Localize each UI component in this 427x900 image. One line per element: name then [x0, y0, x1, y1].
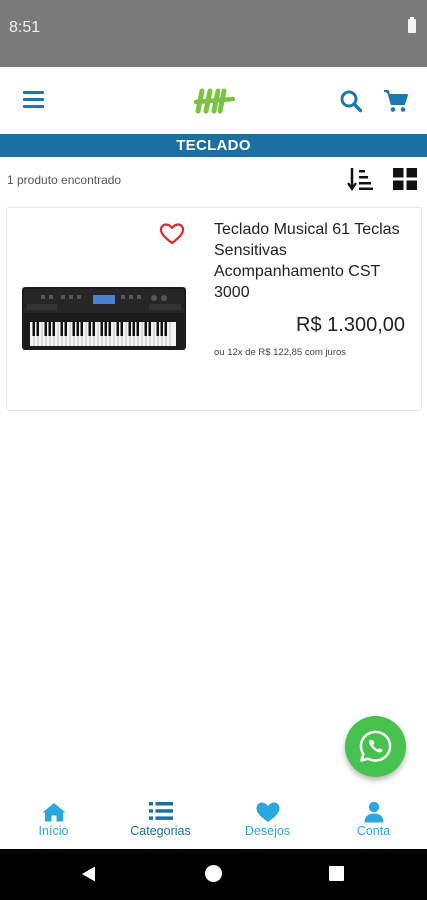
results-count: 1 produto encontrado — [7, 173, 122, 187]
sort-icon[interactable] — [347, 167, 373, 191]
home-icon — [42, 803, 65, 822]
app-screen: 8:51 TECLADO 1 produto encontrado Teclad… — [0, 0, 427, 900]
favorite-heart-icon[interactable] — [159, 222, 185, 246]
list-icon — [148, 802, 173, 820]
app-header — [0, 67, 427, 134]
nav-home-label: Início — [38, 824, 69, 838]
grid-view-icon[interactable] — [393, 168, 417, 190]
back-icon[interactable] — [80, 865, 98, 883]
menu-button[interactable] — [23, 91, 44, 110]
menu-icon-bar — [23, 91, 44, 94]
battery-icon — [408, 17, 416, 33]
nav-account[interactable]: Conta — [320, 792, 427, 849]
bottom-navigation: Início Categorias Desejos Conta — [0, 792, 427, 849]
nav-wishlist-label: Desejos — [244, 824, 291, 838]
system-navigation-bar — [0, 849, 427, 900]
status-bar: 8:51 — [0, 0, 427, 67]
product-installments: ou 12x de R$ 122,85 com juros — [214, 347, 347, 358]
menu-icon-bar — [23, 105, 44, 108]
category-title-bar: TECLADO — [0, 134, 427, 157]
nav-wishlist[interactable]: Desejos — [214, 792, 321, 849]
nav-categories[interactable]: Categorias — [107, 792, 214, 849]
whatsapp-button[interactable] — [345, 716, 406, 777]
user-icon — [364, 801, 383, 823]
home-circle-icon[interactable] — [205, 865, 222, 882]
status-time: 8:51 — [9, 19, 41, 36]
product-card[interactable]: Teclado Musical 61 Teclas Sensitivas Aco… — [6, 207, 422, 411]
nav-categories-label: Categorias — [130, 824, 191, 838]
menu-icon-bar — [23, 98, 44, 101]
heart-icon — [256, 802, 279, 822]
nav-account-label: Conta — [356, 824, 391, 838]
search-icon[interactable] — [339, 89, 363, 113]
recent-apps-icon[interactable] — [329, 866, 344, 881]
nav-home[interactable]: Início — [0, 792, 107, 849]
whatsapp-icon — [359, 730, 392, 762]
brand-logo[interactable] — [193, 87, 235, 115]
product-price: R$ 1.300,00 — [296, 314, 405, 336]
product-title[interactable]: Teclado Musical 61 Teclas Sensitivas Aco… — [214, 219, 414, 303]
cart-icon[interactable] — [383, 89, 409, 113]
